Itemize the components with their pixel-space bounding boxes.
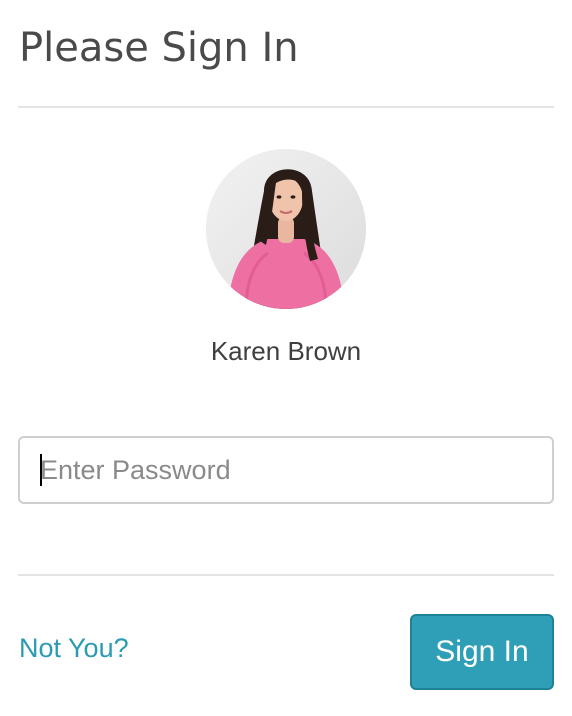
header-divider	[18, 106, 554, 108]
user-name: Karen Brown	[210, 336, 362, 366]
sign-in-button[interactable]: Sign In	[410, 614, 554, 690]
sign-in-dialog: Please Sign In Karen Brown Not You? Sign…	[0, 0, 572, 716]
not-you-link[interactable]: Not You?	[19, 631, 129, 665]
text-cursor	[40, 454, 42, 486]
user-photo-icon	[206, 149, 366, 309]
password-input[interactable]	[18, 436, 554, 504]
avatar	[206, 149, 366, 309]
footer-divider	[18, 574, 554, 576]
page-title: Please Sign In	[19, 25, 299, 71]
